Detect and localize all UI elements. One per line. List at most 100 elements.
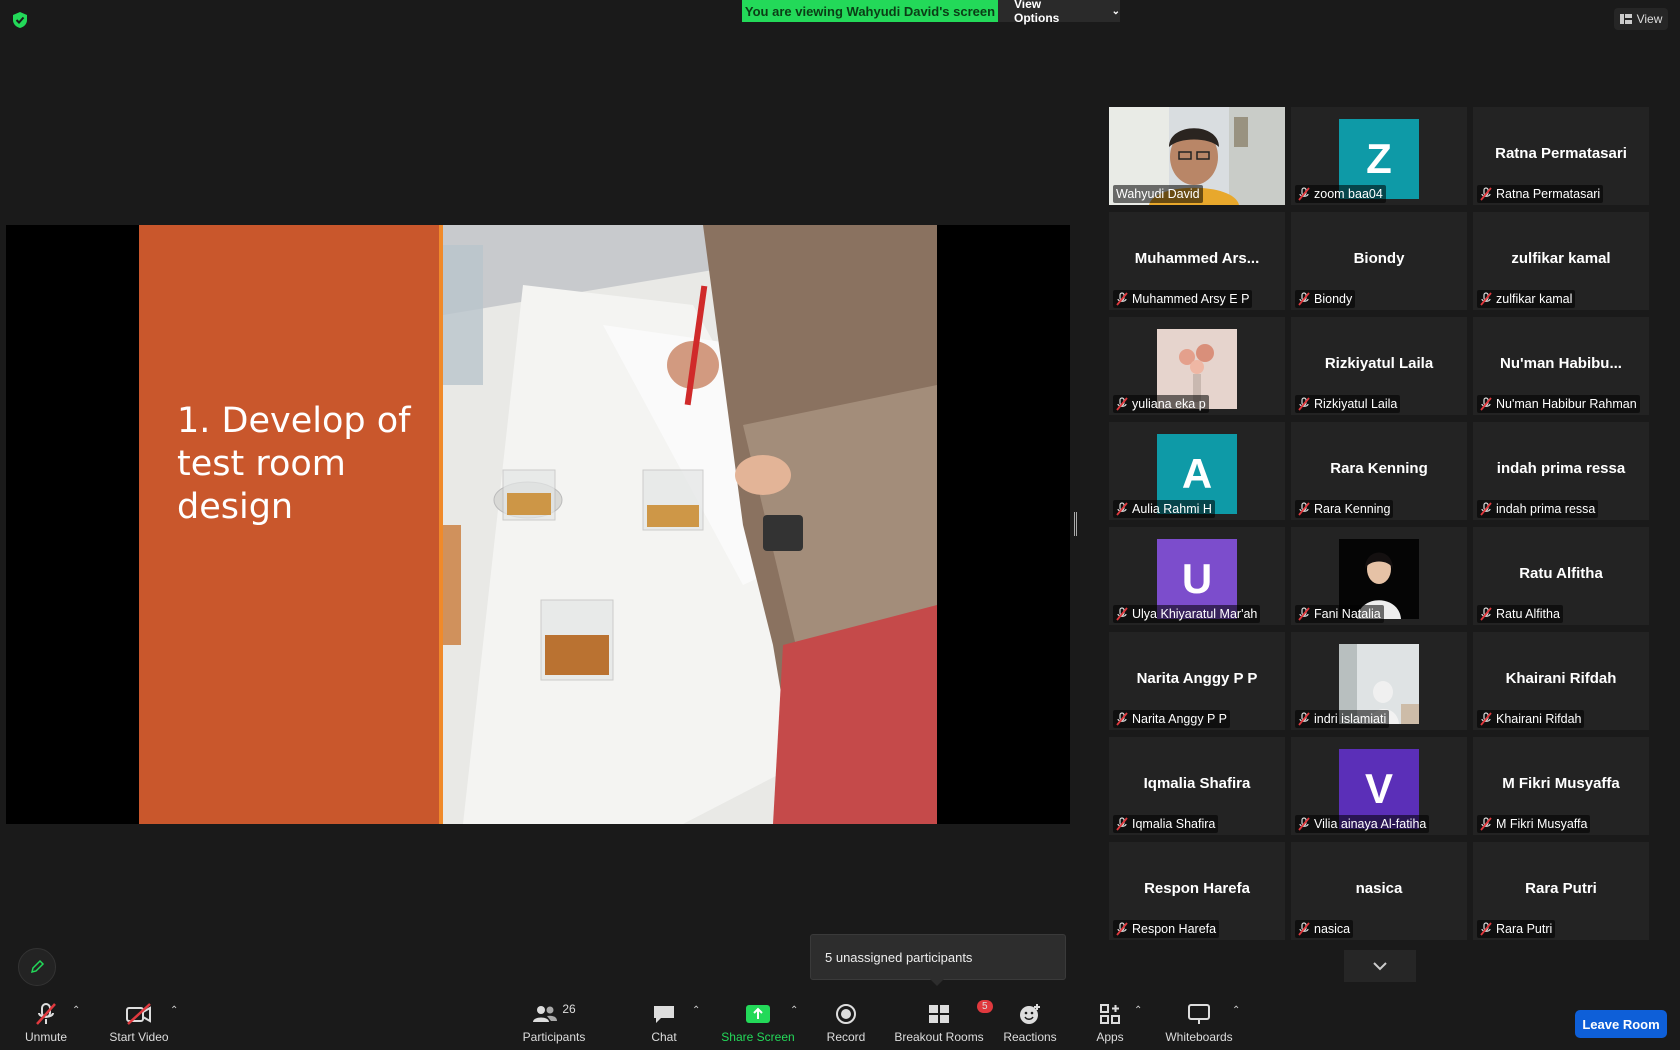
participant-tile[interactable]: V Vilia ainaya Al-fatiha (1291, 737, 1467, 835)
muted-microphone-icon (1298, 817, 1310, 831)
participant-name-label: M Fikri Musyaffa (1477, 815, 1591, 833)
toast-text: 5 unassigned participants (825, 949, 973, 965)
participant-name-label: Fani Natalia (1295, 605, 1384, 623)
audio-options-caret[interactable]: ⌃ (72, 1005, 80, 1016)
participant-name: Ratna Permatasari (1496, 187, 1601, 201)
apps-button[interactable]: Apps (1094, 1000, 1126, 1050)
share-screen-icon (746, 1005, 770, 1023)
participant-name: zulfikar kamal (1496, 292, 1573, 306)
participant-tile[interactable]: A Aulia Rahmi H (1109, 422, 1285, 520)
participant-tile[interactable]: Rizkiyatul Laila Rizkiyatul Laila (1291, 317, 1467, 415)
participant-name: Nu'man Habibur Rahman (1496, 397, 1637, 411)
participant-tile[interactable]: nasica nasica (1291, 842, 1467, 940)
participants-button[interactable]: 26 Participants (520, 1000, 588, 1050)
participant-name: indri islamiati (1314, 712, 1387, 726)
apps-options-caret[interactable]: ⌃ (1134, 1005, 1142, 1016)
participant-tile[interactable]: yuliana eka p (1109, 317, 1285, 415)
participant-tile[interactable]: Zzoom baa04 (1291, 107, 1467, 205)
reactions-button[interactable]: Reactions (1002, 1000, 1058, 1050)
view-layout-button[interactable]: View (1614, 8, 1668, 30)
participant-tile[interactable]: indah prima ressa indah prima ressa (1473, 422, 1649, 520)
chat-button[interactable]: Chat (648, 1000, 680, 1050)
record-button[interactable]: Record (824, 1000, 868, 1050)
resize-handle[interactable] (1074, 512, 1077, 536)
participant-name: Aulia Rahmi H (1132, 502, 1212, 516)
participant-tile[interactable]: Ratna Permatasari Ratna Permatasari (1473, 107, 1649, 205)
participant-display-name: Muhammed Ars... (1134, 250, 1260, 267)
participant-name: Iqmalia Shafira (1132, 817, 1216, 831)
muted-microphone-icon (1116, 817, 1128, 831)
participant-display-name: Khairani Rifdah (1505, 670, 1617, 687)
participant-name: Biondy (1314, 292, 1353, 306)
participant-display-name: Rizkiyatul Laila (1324, 355, 1434, 372)
annotate-button[interactable] (18, 948, 56, 986)
participant-name: nasica (1314, 922, 1351, 936)
participant-name: Rara Kenning (1314, 502, 1391, 516)
participant-tile[interactable]: Respon Harefa Respon Harefa (1109, 842, 1285, 940)
whiteboard-icon (1188, 1004, 1210, 1024)
participant-tile[interactable]: zulfikar kamal zulfikar kamal (1473, 212, 1649, 310)
participant-display-name: Ratna Permatasari (1495, 145, 1627, 162)
participant-name: Wahyudi David (1116, 187, 1200, 201)
participant-tile[interactable]: Nu'man Habibu... Nu'man Habibur Rahman (1473, 317, 1649, 415)
participant-display-name: Respon Harefa (1144, 880, 1250, 897)
participant-tile[interactable]: indri islamiati (1291, 632, 1467, 730)
unmute-button[interactable]: Unmute (18, 1000, 74, 1050)
participant-display-name: indah prima ressa (1496, 460, 1626, 477)
chat-label: Chat (651, 1030, 677, 1044)
participant-tile[interactable]: M Fikri Musyaffa M Fikri Musyaffa (1473, 737, 1649, 835)
participant-tile[interactable]: Wahyudi David (1109, 107, 1285, 205)
participant-name: Muhammed Arsy E P (1132, 292, 1250, 306)
share-screen-button[interactable]: Share Screen (718, 1000, 798, 1050)
participant-tile[interactable]: Rara Putri Rara Putri (1473, 842, 1649, 940)
gallery-next-page-button[interactable] (1344, 950, 1416, 982)
participant-tile[interactable]: Muhammed Ars... Muhammed Arsy E P (1109, 212, 1285, 310)
participant-name-label: yuliana eka p (1113, 395, 1209, 413)
muted-microphone-icon (1480, 187, 1492, 201)
muted-microphone-icon (1480, 607, 1492, 621)
slide-title: 1. Develop of test room design (177, 401, 411, 527)
muted-microphone-icon (1116, 922, 1128, 936)
participant-tile[interactable]: Narita Anggy P P Narita Anggy P P (1109, 632, 1285, 730)
muted-microphone-icon (1298, 712, 1310, 726)
participant-tile[interactable]: U Ulya Khiyaratul Mar'ah (1109, 527, 1285, 625)
security-shield-icon[interactable] (10, 10, 30, 30)
share-options-caret[interactable]: ⌃ (790, 1005, 798, 1016)
participant-name-label: Respon Harefa (1113, 920, 1220, 938)
participant-name-label: indri islamiati (1295, 710, 1390, 728)
participant-tile[interactable]: Rara Kenning Rara Kenning (1291, 422, 1467, 520)
participant-name-label: Vilia ainaya Al-fatiha (1295, 815, 1430, 833)
participant-tile[interactable]: Biondy Biondy (1291, 212, 1467, 310)
participant-name: M Fikri Musyaffa (1496, 817, 1588, 831)
apps-label: Apps (1096, 1030, 1124, 1044)
chat-options-caret[interactable]: ⌃ (692, 1005, 700, 1016)
participant-name: zoom baa04 (1314, 187, 1383, 201)
participant-display-name: Narita Anggy P P (1136, 670, 1258, 687)
toast-pointer (930, 979, 944, 986)
participant-display-name: zulfikar kamal (1511, 250, 1611, 267)
whiteboards-button[interactable]: Whiteboards (1164, 1000, 1234, 1050)
chat-icon (654, 1006, 674, 1023)
view-options-button[interactable]: View Options ⌄ (998, 0, 1120, 25)
participant-name: Ulya Khiyaratul Mar'ah (1132, 607, 1258, 621)
participant-tile[interactable]: Iqmalia Shafira Iqmalia Shafira (1109, 737, 1285, 835)
apps-icon (1100, 1004, 1120, 1024)
participant-name-label: indah prima ressa (1477, 500, 1599, 518)
participant-display-name: Iqmalia Shafira (1143, 775, 1251, 792)
unassigned-participants-toast: 5 unassigned participants (810, 934, 1066, 980)
participant-name: Vilia ainaya Al-fatiha (1314, 817, 1427, 831)
muted-microphone-icon (1116, 397, 1128, 411)
whiteboard-options-caret[interactable]: ⌃ (1232, 1005, 1240, 1016)
muted-microphone-icon (1480, 712, 1492, 726)
leave-room-button[interactable]: Leave Room (1575, 1010, 1667, 1038)
participant-name-label: Aulia Rahmi H (1113, 500, 1215, 518)
video-options-caret[interactable]: ⌃ (170, 1005, 178, 1016)
view-label: View (1636, 12, 1663, 26)
participant-tile[interactable]: Ratu Alfitha Ratu Alfitha (1473, 527, 1649, 625)
whiteboards-label: Whiteboards (1165, 1030, 1233, 1044)
start-video-button[interactable]: Start Video (104, 1000, 174, 1050)
share-screen-label: Share Screen (721, 1030, 795, 1044)
participant-tile[interactable]: Khairani Rifdah Khairani Rifdah (1473, 632, 1649, 730)
participant-tile[interactable]: Fani Natalia (1291, 527, 1467, 625)
breakout-rooms-button[interactable]: 5 Breakout Rooms (894, 1000, 993, 1050)
